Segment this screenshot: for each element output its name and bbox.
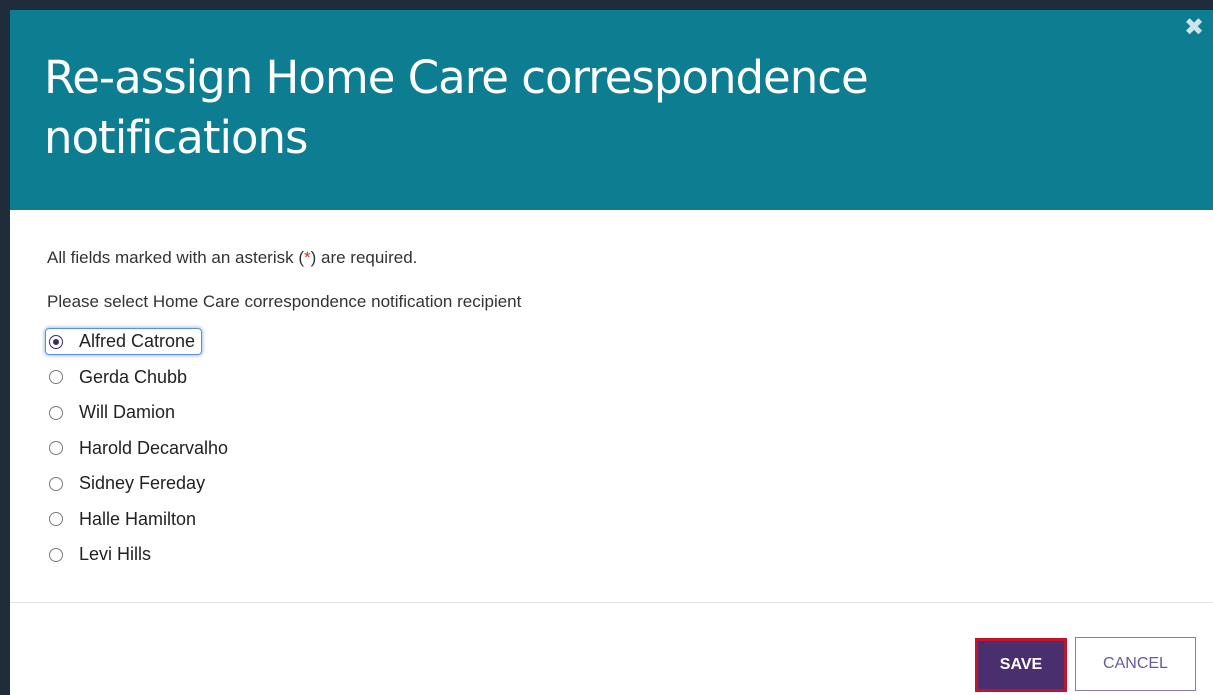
- recipient-option-label: Halle Hamilton: [79, 508, 197, 529]
- cancel-button[interactable]: CANCEL: [1075, 637, 1196, 691]
- radio-focus-ring: Harold Decarvalho: [45, 435, 235, 462]
- radio-button[interactable]: [49, 512, 63, 527]
- recipient-option[interactable]: Alfred Catrone: [45, 324, 235, 360]
- dialog-title: Re-assign Home Care correspondence notif…: [44, 51, 869, 164]
- recipient-option-label: Will Damion: [79, 402, 176, 423]
- required-note-suffix: ) are required.: [310, 248, 418, 267]
- recipient-option-label: Levi Hills: [79, 544, 152, 565]
- dialog-header: Re-assign Home Care correspondence notif…: [10, 10, 1213, 210]
- radio-button[interactable]: [49, 476, 63, 491]
- radio-button[interactable]: [49, 405, 63, 420]
- required-asterisk: *: [303, 248, 311, 267]
- radio-focus-ring: Will Damion: [45, 399, 182, 426]
- recipient-option[interactable]: Gerda Chubb: [45, 360, 235, 396]
- recipient-option[interactable]: Levi Hills: [45, 537, 235, 573]
- dialog-body: All fields marked with an asterisk (*) a…: [10, 210, 1213, 602]
- radio-focus-ring: Alfred Catrone: [45, 328, 203, 356]
- required-note-prefix: All fields marked with an asterisk (: [47, 248, 304, 267]
- radio-button[interactable]: [49, 370, 63, 385]
- recipient-option[interactable]: Will Damion: [45, 395, 235, 431]
- radio-focus-ring: Sidney Fereday: [45, 470, 212, 497]
- recipient-option-label: Harold Decarvalho: [79, 437, 229, 458]
- radio-focus-ring: Levi Hills: [45, 541, 158, 568]
- recipient-option-label: Sidney Fereday: [79, 473, 206, 494]
- radio-button-selected[interactable]: [49, 334, 63, 349]
- recipient-option[interactable]: Harold Decarvalho: [45, 431, 235, 467]
- save-button[interactable]: SAVE: [975, 638, 1067, 692]
- recipient-option-label: Alfred Catrone: [79, 331, 196, 352]
- radio-focus-ring: Gerda Chubb: [45, 364, 194, 391]
- recipient-select-label: Please select Home Care correspondence n…: [47, 292, 522, 311]
- radio-button[interactable]: [49, 441, 63, 456]
- close-icon[interactable]: ✖: [1181, 14, 1207, 40]
- required-fields-note: All fields marked with an asterisk (*) a…: [47, 248, 417, 268]
- recipient-radio-group: Alfred Catrone Gerda Chubb Will Damion H…: [45, 324, 235, 573]
- recipient-option-label: Gerda Chubb: [79, 366, 188, 387]
- reassign-notifications-dialog: Re-assign Home Care correspondence notif…: [10, 10, 1213, 695]
- recipient-option[interactable]: Sidney Fereday: [45, 466, 235, 502]
- radio-focus-ring: Halle Hamilton: [45, 506, 203, 533]
- recipient-option[interactable]: Halle Hamilton: [45, 502, 235, 538]
- dialog-footer: SAVE CANCEL: [10, 603, 1213, 695]
- radio-button[interactable]: [49, 547, 63, 562]
